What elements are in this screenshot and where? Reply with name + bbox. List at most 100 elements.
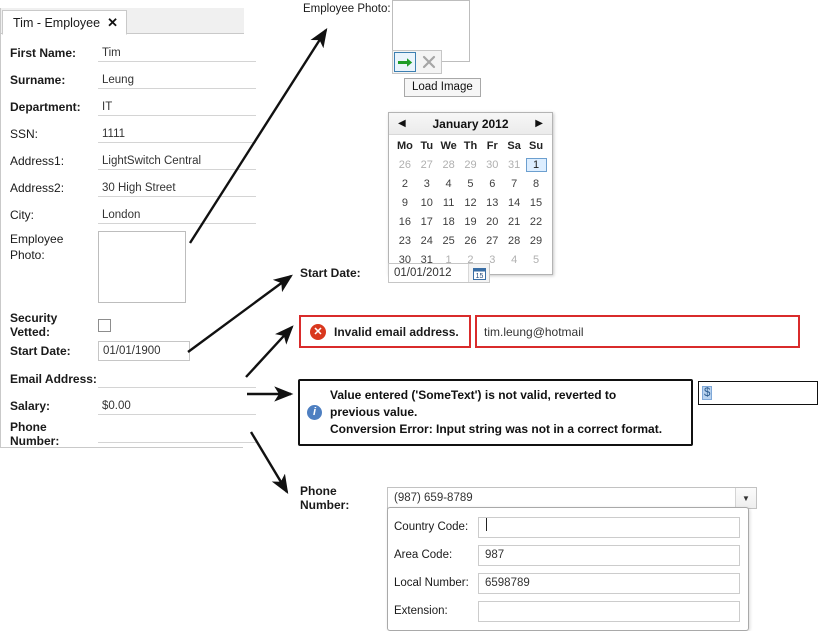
calendar-day-cell[interactable]: 9	[394, 193, 416, 212]
phone-number-input[interactable]	[98, 425, 256, 443]
email-error-text: Invalid email address.	[334, 324, 459, 339]
calendar-day-cell[interactable]: 26	[460, 231, 482, 250]
calendar-day-cell[interactable]: 29	[460, 155, 482, 174]
surname-label: Surname:	[10, 73, 66, 87]
department-label: Department:	[10, 100, 81, 114]
calendar-day-cell[interactable]: 27	[481, 231, 503, 250]
first-name-input[interactable]	[98, 44, 256, 62]
start-date-callout-input[interactable]	[389, 264, 468, 282]
calendar-icon[interactable]: 15	[468, 264, 489, 282]
photo-callout-label: Employee Photo:	[303, 3, 391, 15]
department-input[interactable]	[98, 98, 256, 116]
calendar-day-cell[interactable]: 25	[438, 231, 460, 250]
salary-callout-field[interactable]: $	[698, 381, 818, 405]
calendar-day-cell[interactable]: 18	[438, 212, 460, 231]
address2-input[interactable]	[98, 179, 256, 197]
ssn-input[interactable]	[98, 125, 256, 143]
calendar-day-cell[interactable]: 27	[416, 155, 438, 174]
phone-number-label: Phone Number:	[10, 420, 60, 448]
conversion-info-box: i Value entered ('SomeText') is not vali…	[298, 379, 693, 446]
calendar-day-cell[interactable]: 4	[503, 250, 525, 269]
calendar-day-cell[interactable]: 11	[438, 193, 460, 212]
calendar-day-cell[interactable]: 17	[416, 212, 438, 231]
clear-image-x-icon[interactable]	[418, 52, 440, 72]
calendar-day-cell[interactable]: 28	[503, 231, 525, 250]
phone-number-combobox[interactable]: ▼	[387, 487, 757, 509]
calendar-day-cell[interactable]: 16	[394, 212, 416, 231]
calendar-day-cell[interactable]: 7	[503, 174, 525, 193]
field-row-address2: Address2:	[10, 177, 256, 199]
calendar-day-cell[interactable]: 5	[460, 174, 482, 193]
calendar-day-cell[interactable]: 26	[394, 155, 416, 174]
calendar-week-row: 9 10 11 12 13 14 15	[394, 193, 547, 212]
email-validation-error-box: ✕ Invalid email address.	[299, 315, 471, 348]
email-callout-input[interactable]	[477, 323, 798, 340]
calendar-day-cell[interactable]: 2	[394, 174, 416, 193]
date-picker-calendar[interactable]: ◀ January 2012 ▶ Mo Tu We Th Fr Sa Su 26 27 28 29…	[388, 112, 553, 275]
close-icon[interactable]: ✕	[107, 16, 118, 29]
tab-employee[interactable]: Tim - Employee ✕	[2, 10, 127, 35]
surname-input[interactable]	[98, 71, 256, 89]
email-address-input[interactable]	[98, 370, 256, 388]
start-date-input[interactable]	[98, 341, 190, 361]
calendar-day-cell[interactable]: 19	[460, 212, 482, 231]
city-input[interactable]	[98, 206, 256, 224]
field-row-city: City:	[10, 204, 256, 226]
calendar-day-cell[interactable]: 20	[481, 212, 503, 231]
calendar-day-cell[interactable]: 4	[438, 174, 460, 193]
calendar-day-cell[interactable]: 24	[416, 231, 438, 250]
calendar-day-cell[interactable]: 28	[438, 155, 460, 174]
calendar-day-cell[interactable]: 3	[416, 174, 438, 193]
calendar-day-cell[interactable]: 10	[416, 193, 438, 212]
info-circle-icon: i	[307, 405, 322, 420]
calendar-day-cell[interactable]: 31	[503, 155, 525, 174]
calendar-day-cell[interactable]: 29	[525, 231, 547, 250]
security-vetted-checkbox[interactable]	[98, 318, 111, 332]
calendar-day-cell[interactable]: 15	[525, 193, 547, 212]
local-number-input[interactable]	[478, 572, 740, 594]
calendar-week-row: 16 17 18 19 20 21 22	[394, 212, 547, 231]
calendar-day-cell[interactable]: 8	[525, 174, 547, 193]
calendar-day-cell[interactable]: 13	[481, 193, 503, 212]
chevron-down-icon[interactable]: ▼	[735, 488, 756, 508]
popup-row-local-number: Local Number:	[394, 572, 740, 594]
country-code-input[interactable]	[478, 516, 740, 538]
calendar-day-cell[interactable]: 22	[525, 212, 547, 231]
phone-number-combobox-input[interactable]	[388, 488, 735, 508]
field-row-surname: Surname:	[10, 69, 256, 91]
field-row-employee-photo: Employee Photo:	[10, 231, 238, 307]
area-code-input[interactable]	[478, 544, 740, 566]
calendar-title[interactable]: January 2012	[432, 117, 508, 131]
start-date-label: Start Date:	[10, 344, 71, 358]
address1-input[interactable]	[98, 152, 256, 170]
first-name-label: First Name:	[10, 46, 77, 60]
field-row-first-name: First Name:	[10, 42, 256, 64]
calendar-day-header: Sa	[507, 140, 521, 152]
conversion-info-line3: Conversion Error: Input string was not i…	[330, 422, 663, 436]
calendar-day-cell[interactable]: 1	[525, 155, 547, 174]
field-row-department: Department:	[10, 96, 256, 118]
salary-input[interactable]	[98, 397, 256, 415]
calendar-day-cell[interactable]: 14	[503, 193, 525, 212]
calendar-next-month-icon[interactable]: ▶	[535, 118, 543, 129]
calendar-prev-month-icon[interactable]: ◀	[398, 118, 406, 129]
conversion-info-line1: Value entered ('SomeText') is not valid,…	[330, 388, 617, 402]
calendar-day-header: Tu	[420, 140, 434, 152]
employee-photo-box[interactable]	[98, 231, 186, 303]
load-image-tooltip: Load Image	[404, 78, 481, 97]
calendar-week-row: 23 24 25 26 27 28 29	[394, 231, 547, 250]
phone-callout-label: Phone Number:	[300, 484, 350, 512]
ssn-label: SSN:	[10, 127, 39, 141]
city-label: City:	[10, 208, 34, 222]
field-row-phone-number: Phone Number:	[10, 420, 256, 448]
calendar-day-cell[interactable]: 21	[503, 212, 525, 231]
calendar-day-cell[interactable]: 23	[394, 231, 416, 250]
load-image-arrow-icon[interactable]	[394, 52, 416, 72]
calendar-day-cell[interactable]: 6	[481, 174, 503, 193]
calendar-day-cell[interactable]: 12	[460, 193, 482, 212]
tab-employee-label: Tim - Employee	[13, 15, 101, 30]
field-row-salary: Salary:	[10, 395, 256, 417]
calendar-day-cell[interactable]: 30	[481, 155, 503, 174]
calendar-day-cell[interactable]: 5	[525, 250, 547, 269]
extension-input[interactable]	[478, 600, 740, 622]
